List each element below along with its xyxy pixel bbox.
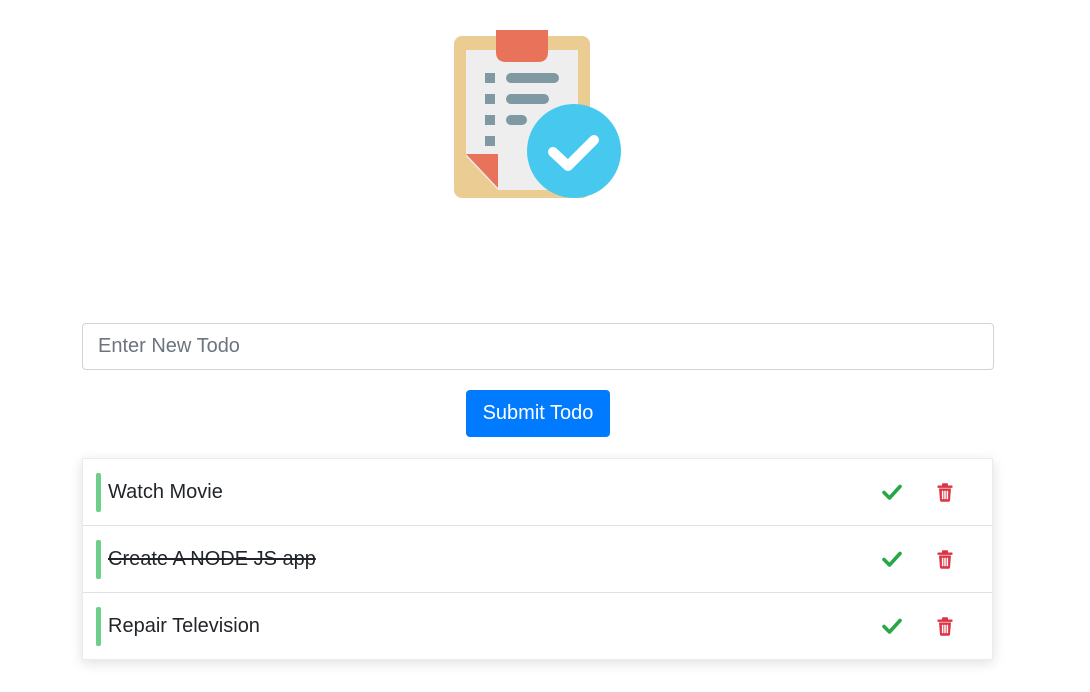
todo-accent-bar [96,540,101,579]
todo-item: Repair Television [83,593,992,659]
todo-page: Submit Todo Watch Movie Creat [0,0,1090,692]
check-icon[interactable] [879,546,905,572]
new-todo-input[interactable] [82,323,994,370]
todo-list: Watch Movie Create A NODE JS app Repair … [82,458,993,660]
check-icon[interactable] [879,479,905,505]
todo-text: Watch Movie [108,480,223,503]
check-icon[interactable] [879,613,905,639]
todo-text: Repair Television [108,614,260,637]
todo-accent-bar [96,607,101,646]
todo-item: Create A NODE JS app [83,526,992,593]
submit-todo-button[interactable]: Submit Todo [466,390,610,437]
todo-text: Create A NODE JS app [108,547,316,570]
trash-icon[interactable] [932,546,958,572]
todo-accent-bar [96,473,101,512]
todo-item: Watch Movie [83,459,992,526]
trash-icon[interactable] [932,613,958,639]
trash-icon[interactable] [932,479,958,505]
clipboard-checklist-icon [454,30,621,198]
